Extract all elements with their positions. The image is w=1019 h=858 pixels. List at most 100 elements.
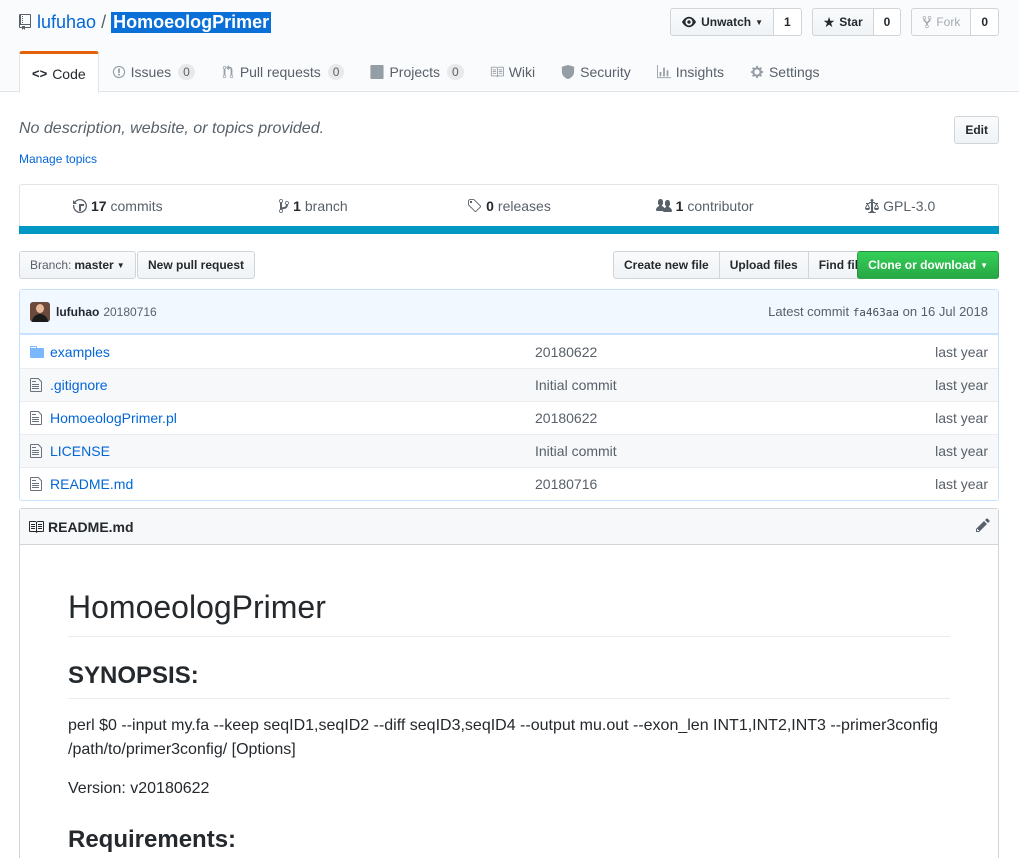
version-text: Version: v20180622 (68, 780, 210, 797)
manage-topics-link[interactable]: Manage topics (19, 152, 97, 166)
star-label: Star (839, 15, 863, 29)
file-age: last year (935, 443, 988, 459)
readme-box: README.md HomoeologPrimer SYNOPSIS: perl… (19, 508, 999, 858)
file-name-link[interactable]: examples (50, 344, 535, 360)
commit-date: 16 Jul 2018 (920, 304, 988, 319)
tab-security-label: Security (580, 64, 631, 80)
edit-description-button[interactable]: Edit (954, 116, 999, 144)
watch-button[interactable]: Unwatch ▼ (670, 8, 775, 36)
releases-link[interactable]: 0 releases (411, 185, 607, 227)
latest-commit-label: Latest commit (768, 304, 850, 319)
law-icon (865, 199, 880, 213)
shield-icon (562, 65, 575, 79)
book-icon (490, 66, 504, 78)
fork-icon (922, 15, 932, 29)
file-commit-message[interactable]: 20180622 (535, 410, 935, 426)
pagehead-actions: Unwatch ▼ 1 ★ Star 0 Fork 0 (670, 8, 999, 36)
commits-count: 17 (90, 198, 107, 214)
pull-requests-counter: 0 (327, 64, 345, 80)
star-button[interactable]: ★ Star (811, 8, 874, 36)
file-commit-message[interactable]: 20180716 (535, 476, 935, 492)
commit-message-link[interactable]: 20180716 (103, 305, 156, 319)
watch-group: Unwatch ▼ 1 (670, 8, 802, 36)
tab-settings[interactable]: Settings (737, 51, 833, 92)
file-name-link[interactable]: LICENSE (50, 443, 535, 459)
fork-button[interactable]: Fork (911, 8, 972, 36)
tab-issues-label: Issues (130, 64, 172, 80)
releases-label: releases (497, 198, 551, 214)
star-group: ★ Star 0 (811, 8, 902, 36)
chevron-down-icon: ▼ (755, 17, 764, 27)
file-icon (30, 377, 50, 393)
folder-icon (30, 344, 50, 360)
star-count[interactable]: 0 (873, 8, 902, 36)
file-name-link[interactable]: HomoeologPrimer.pl (50, 410, 535, 426)
tag-icon (468, 199, 482, 213)
synopsis-text: perl $0 --input my.fa --keep seqID1,seqI… (68, 717, 938, 758)
fork-count[interactable]: 0 (971, 8, 999, 36)
tab-wiki[interactable]: Wiki (477, 51, 548, 92)
tab-issues[interactable]: Issues 0 (99, 51, 208, 92)
create-new-file-button[interactable]: Create new file (613, 251, 720, 279)
requirements-heading: Requirements: (68, 826, 237, 853)
repo-owner-link[interactable]: lufuhao (37, 12, 96, 33)
file-commit-message[interactable]: 20180622 (535, 344, 935, 360)
fork-group: Fork 0 (911, 8, 999, 36)
table-row: LICENSE Initial commit last year (20, 434, 998, 467)
fork-label: Fork (936, 15, 961, 29)
file-age: last year (935, 343, 988, 360)
chevron-down-icon: ▼ (116, 260, 125, 270)
pencil-icon[interactable] (976, 517, 990, 536)
file-name-link[interactable]: README.md (50, 476, 535, 492)
tab-code[interactable]: <> Code (19, 51, 99, 93)
commit-tease: lufuhao 20180716 Latest commit fa463aa o… (20, 290, 998, 334)
tab-projects[interactable]: Projects 0 (357, 51, 476, 92)
branches-link[interactable]: 1 branch (216, 185, 412, 227)
file-wrap: lufuhao 20180716 Latest commit fa463aa o… (19, 289, 999, 501)
branch-count: 1 (293, 198, 301, 214)
people-icon (655, 199, 672, 212)
gear-icon (750, 65, 764, 79)
new-pull-request-button[interactable]: New pull request (137, 251, 256, 279)
chevron-down-icon: ▼ (980, 260, 988, 270)
license-link[interactable]: GPL-3.0 (802, 185, 998, 227)
table-row: .gitignore Initial commit last year (20, 368, 998, 401)
file-name-link[interactable]: .gitignore (50, 377, 535, 393)
file-icon (30, 443, 50, 459)
readme-body: HomoeologPrimer SYNOPSIS: perl $0 --inpu… (20, 587, 998, 858)
branch-select-button[interactable]: Branch: master ▼ (19, 251, 136, 279)
file-icon (30, 476, 50, 492)
file-commit-message[interactable]: Initial commit (535, 377, 935, 393)
commits-link[interactable]: 17 commits (20, 185, 216, 227)
tab-insights[interactable]: Insights (644, 51, 737, 92)
branch-icon (279, 199, 290, 213)
watch-count[interactable]: 1 (774, 8, 802, 36)
history-icon (72, 199, 87, 213)
commit-sha-link[interactable]: fa463aa (853, 306, 899, 319)
branch-prefix: Branch: (30, 258, 72, 272)
upload-files-button[interactable]: Upload files (718, 251, 809, 279)
license-label: GPL-3.0 (883, 198, 936, 214)
language-bar[interactable] (19, 226, 999, 234)
contributors-link[interactable]: 1 contributor (607, 185, 803, 227)
tab-settings-label: Settings (768, 64, 820, 80)
tab-security[interactable]: Security (548, 51, 644, 92)
file-navigation: Branch: master ▼ New pull request Create… (19, 251, 999, 280)
issue-icon (112, 65, 125, 79)
repo-name-link[interactable]: HomoeologPrimer (111, 11, 272, 33)
commit-date-prefix: on (902, 304, 918, 319)
star-icon: ★ (822, 13, 836, 30)
synopsis-heading: SYNOPSIS: (68, 661, 950, 699)
tab-pull-requests[interactable]: Pull requests 0 (208, 51, 358, 92)
readme-title: HomoeologPrimer (68, 587, 950, 637)
branch-label: branch (304, 198, 348, 214)
repo-icon (19, 14, 31, 30)
watch-label: Unwatch (701, 15, 752, 29)
file-icon (30, 410, 50, 426)
repo-header: lufuhao / HomoeologPrimer Unwatch ▼ 1 ★ … (0, 0, 1019, 93)
avatar[interactable] (30, 301, 50, 322)
file-commit-message[interactable]: Initial commit (535, 443, 935, 459)
commit-author-link[interactable]: lufuhao (56, 305, 99, 319)
clone-or-download-button[interactable]: Clone or download ▼ (857, 251, 999, 279)
commits-label: commits (110, 198, 163, 214)
